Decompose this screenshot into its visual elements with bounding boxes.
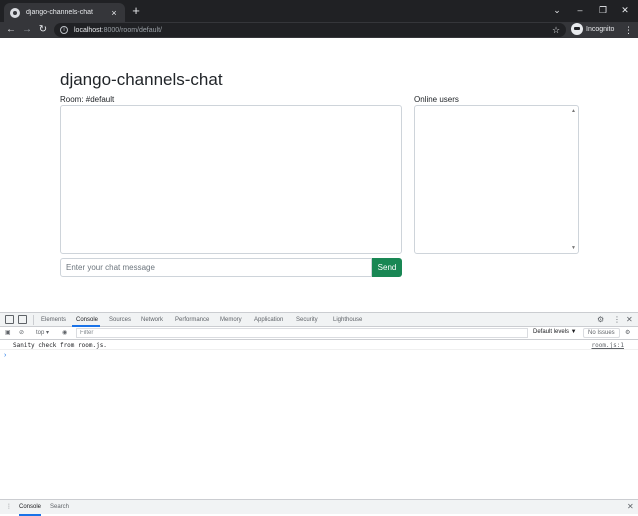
- browser-toolbar: ← → ↻ i localhost :8000/room/default/ ☆ …: [0, 22, 638, 38]
- tab-security[interactable]: Security: [296, 313, 318, 327]
- context-label: top: [36, 330, 45, 336]
- tab-network[interactable]: Network: [141, 313, 163, 327]
- new-tab-button[interactable]: +: [130, 3, 142, 19]
- devtools-tab-bar: Elements Console Sources Network Perform…: [0, 313, 638, 327]
- divider: [33, 315, 34, 325]
- incognito-label: Incognito: [586, 25, 615, 33]
- browser-tab[interactable]: django-channels-chat ×: [4, 3, 125, 22]
- site-info-icon[interactable]: i: [60, 26, 68, 34]
- close-drawer-icon[interactable]: ✕: [627, 500, 634, 514]
- url-host: localhost: [74, 26, 102, 34]
- console-prompt[interactable]: ›: [4, 351, 6, 360]
- incognito-profile[interactable]: Incognito: [571, 23, 614, 35]
- chat-log-textarea[interactable]: [60, 105, 402, 254]
- console-log-row: Sanity check from room.js. room.js:1: [0, 341, 638, 350]
- settings-gear-icon[interactable]: ⚙: [597, 313, 604, 327]
- url-path: :8000/room/default/: [101, 26, 162, 34]
- issues-button[interactable]: No Issues: [583, 328, 620, 338]
- log-message: Sanity check from room.js.: [13, 342, 107, 349]
- tab-title: django-channels-chat: [26, 9, 93, 16]
- send-button[interactable]: Send: [372, 258, 402, 277]
- forward-icon[interactable]: →: [21, 22, 33, 38]
- online-users-label: Online users: [414, 95, 459, 104]
- chat-message-input[interactable]: [60, 258, 372, 277]
- log-source-link[interactable]: room.js:1: [591, 341, 624, 350]
- show-sidebar-icon[interactable]: ▣: [5, 329, 11, 338]
- console-filter-input[interactable]: [76, 328, 528, 338]
- tab-performance[interactable]: Performance: [175, 313, 209, 327]
- devtools-drawer: ⋮ Console Search ✕: [0, 499, 638, 516]
- tab-application[interactable]: Application: [254, 313, 283, 327]
- log-levels-dropdown[interactable]: Default levels ▼: [533, 328, 577, 338]
- scroll-down-icon[interactable]: ▼: [571, 245, 576, 251]
- clear-console-icon[interactable]: ⊘: [19, 329, 24, 338]
- console-toolbar: ▣ ⊘ top ▾ ◉ Default levels ▼ No Issues ⚙: [0, 327, 638, 340]
- restore-window-button[interactable]: ❐: [592, 2, 614, 18]
- inspect-element-icon[interactable]: [5, 315, 14, 324]
- scroll-up-icon[interactable]: ▲: [571, 108, 576, 114]
- console-settings-icon[interactable]: ⚙: [625, 329, 630, 338]
- room-label: Room: #default: [60, 95, 115, 104]
- bookmark-star-icon[interactable]: ☆: [552, 22, 560, 38]
- online-users-select[interactable]: ▲ ▼: [414, 105, 579, 254]
- scrollbar[interactable]: ▲ ▼: [570, 107, 577, 252]
- tab-sources[interactable]: Sources: [109, 313, 131, 327]
- tab-close-icon[interactable]: ×: [109, 8, 119, 18]
- browser-tab-strip: django-channels-chat × + ⌄ – ❐ ✕: [0, 0, 638, 22]
- tab-elements[interactable]: Elements: [41, 313, 66, 327]
- device-toolbar-icon[interactable]: [18, 315, 27, 324]
- page-title: django-channels-chat: [60, 70, 223, 89]
- tab-search-icon[interactable]: ⌄: [546, 2, 568, 18]
- minimize-window-button[interactable]: –: [569, 2, 591, 18]
- browser-menu-icon[interactable]: ⋮: [624, 22, 633, 38]
- tab-lighthouse[interactable]: Lighthouse: [333, 313, 362, 327]
- back-icon[interactable]: ←: [5, 22, 17, 38]
- context-selector[interactable]: top ▾: [36, 329, 49, 338]
- devtools-menu-icon[interactable]: ⋮: [613, 313, 621, 327]
- incognito-icon: [571, 23, 583, 35]
- reload-icon[interactable]: ↻: [37, 22, 49, 38]
- favicon-icon: [10, 7, 20, 18]
- drawer-menu-icon[interactable]: ⋮: [6, 500, 12, 514]
- tab-memory[interactable]: Memory: [220, 313, 242, 327]
- drawer-tab-search[interactable]: Search: [50, 500, 69, 514]
- address-bar[interactable]: i localhost :8000/room/default/: [54, 23, 566, 37]
- close-devtools-icon[interactable]: ✕: [626, 313, 633, 327]
- close-window-button[interactable]: ✕: [614, 2, 636, 18]
- live-expression-eye-icon[interactable]: ◉: [62, 329, 67, 338]
